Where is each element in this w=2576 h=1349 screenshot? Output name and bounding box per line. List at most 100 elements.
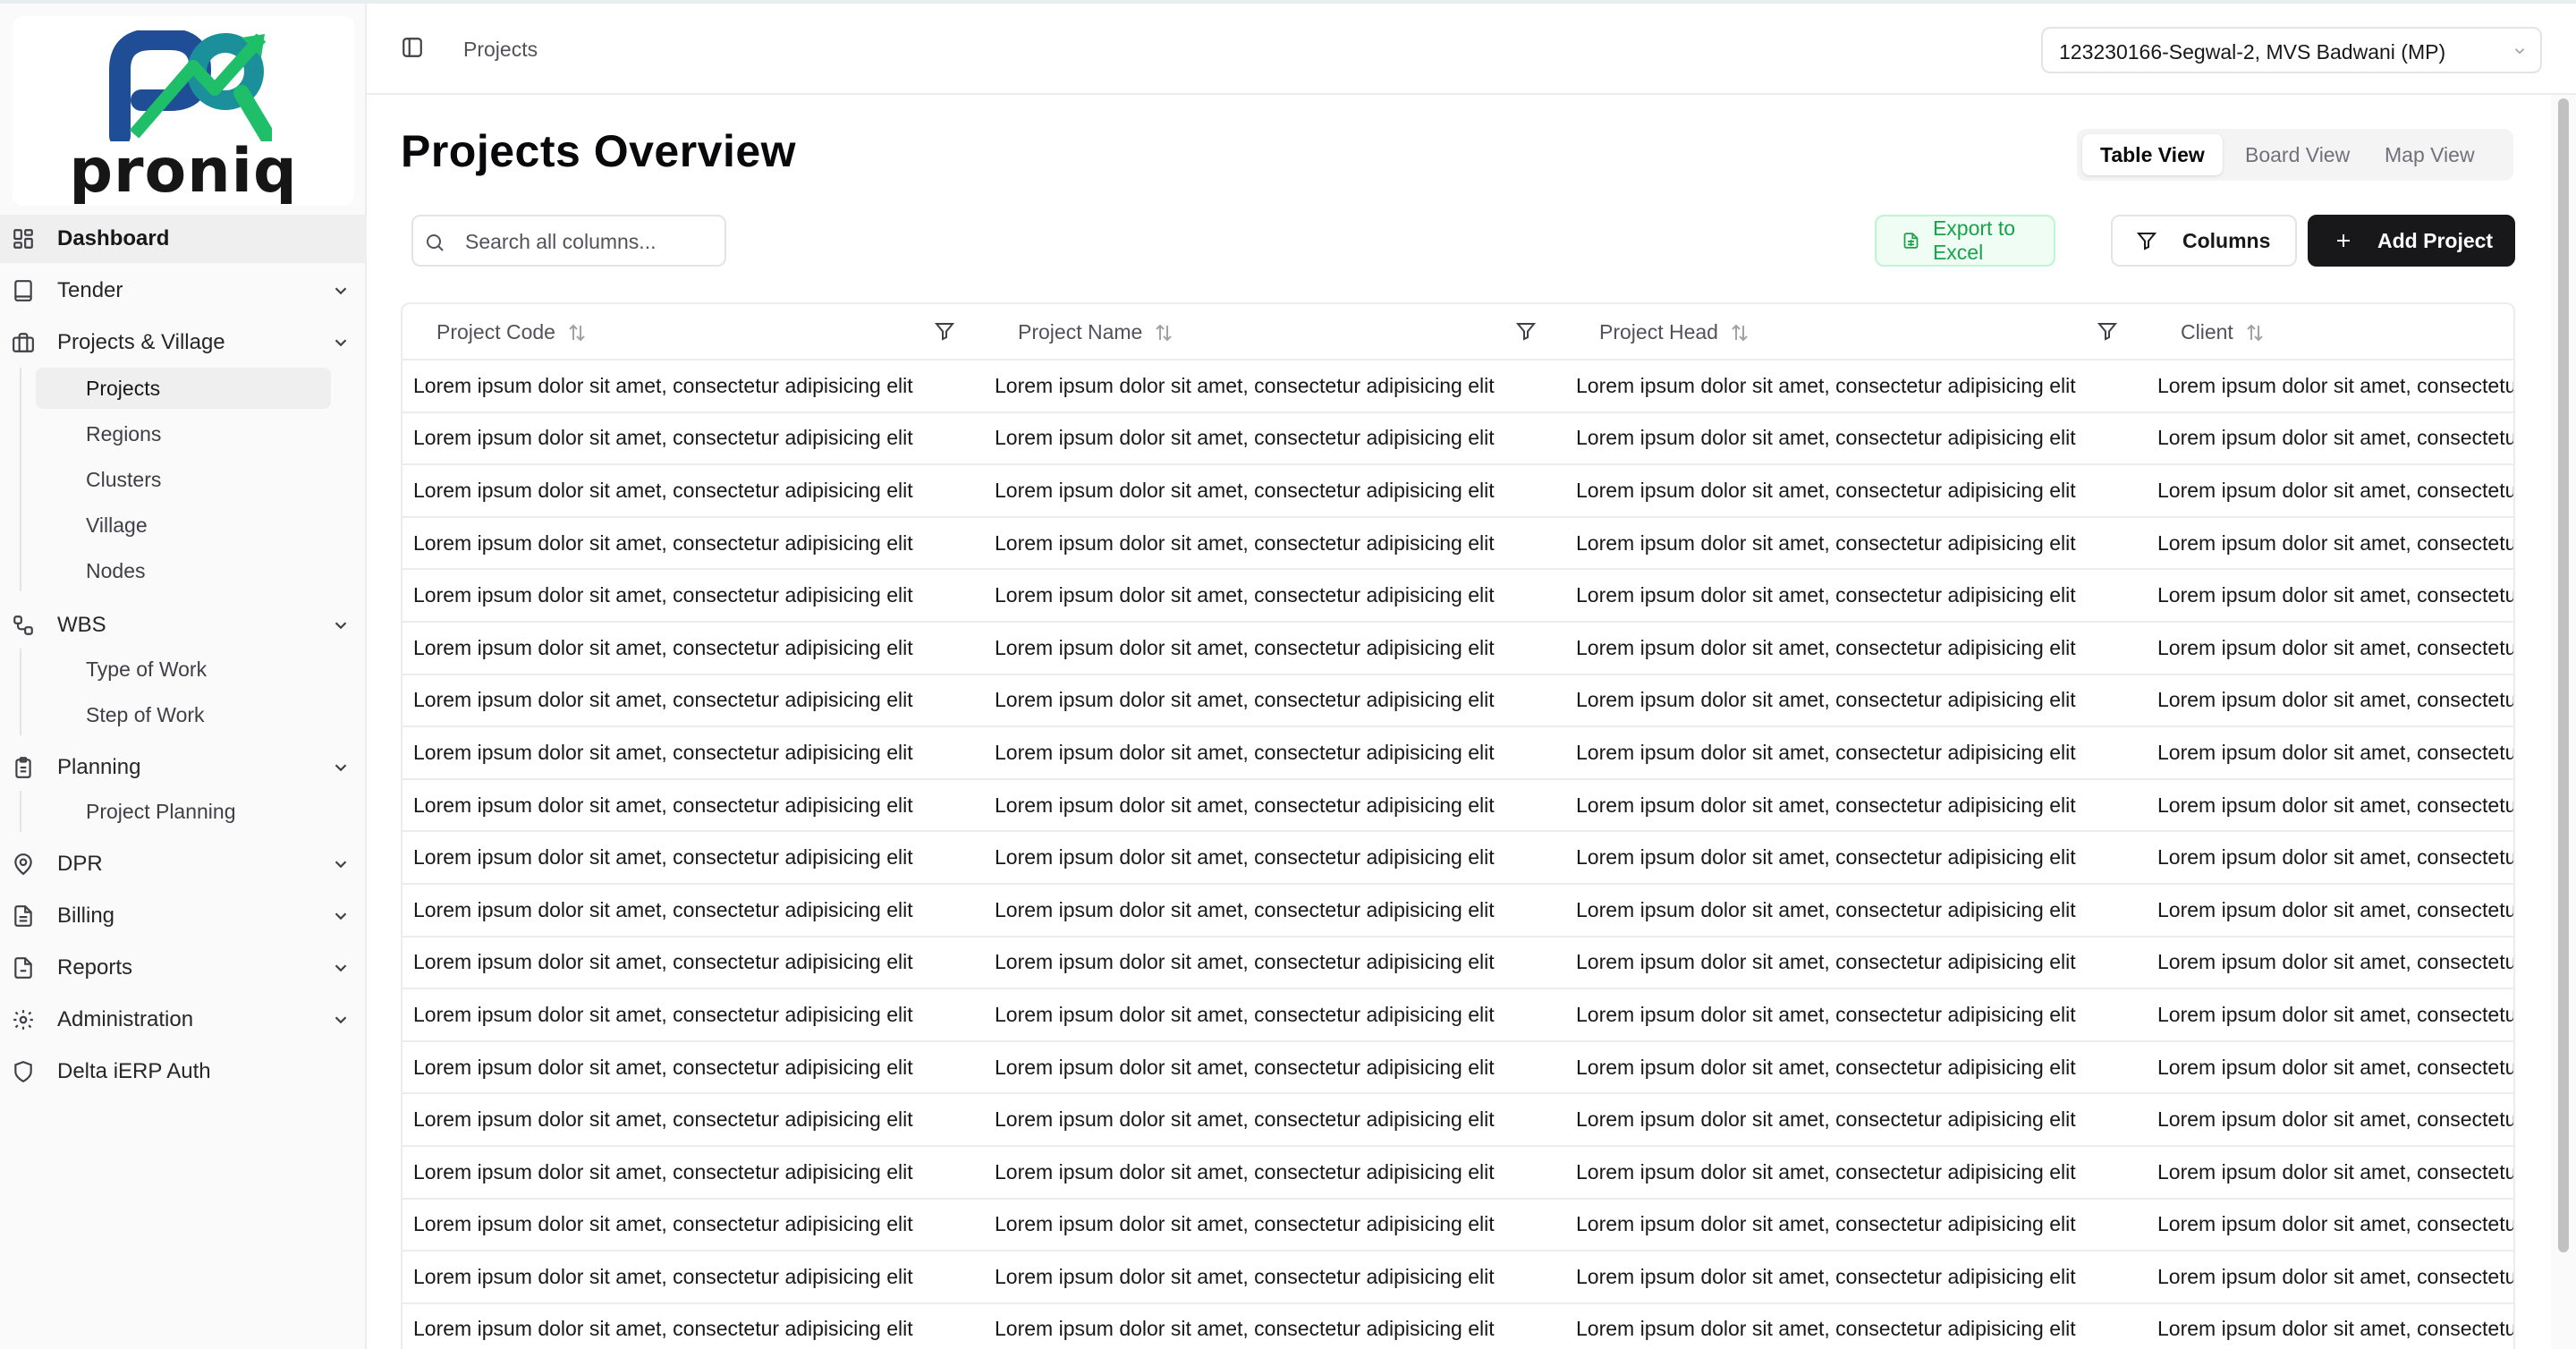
cell-project-head: Lorem ipsum dolor sit amet, consectetur … (1565, 778, 2147, 833)
table-row[interactable]: Lorem ipsum dolor sit amet, consectetur … (402, 464, 2513, 518)
shield-icon (11, 1059, 36, 1084)
sidebar-item-dpr[interactable]: DPR (0, 840, 367, 888)
search-input[interactable] (465, 225, 716, 258)
sidebar-subitem-village[interactable]: Village (36, 505, 331, 546)
project-selector-value: 123230166-Segwal-2, MVS Badwani (MP) (2059, 40, 2446, 64)
cell-client: Lorem ipsum dolor sit amet, consectetur … (2147, 778, 2513, 833)
tab-table-view[interactable]: Table View (2082, 134, 2223, 175)
sidebar-item-planning[interactable]: Planning (0, 743, 367, 792)
sidebar-subitem-nodes[interactable]: Nodes (36, 550, 331, 591)
sidebar-item-wbs[interactable]: WBS (0, 601, 367, 649)
column-header-client[interactable]: Client (2147, 304, 2513, 361)
sidebar-item-dashboard[interactable]: Dashboard (0, 215, 367, 263)
chevron-down-icon[interactable] (331, 906, 351, 926)
report-icon (11, 955, 36, 980)
table-row[interactable]: Lorem ipsum dolor sit amet, consectetur … (402, 1040, 2513, 1095)
cell-project-code: Lorem ipsum dolor sit amet, consectetur … (402, 1198, 984, 1252)
sidebar-item-administration[interactable]: Administration (0, 996, 367, 1044)
filter-icon[interactable] (1515, 320, 1537, 342)
tab-board-view[interactable]: Board View (2227, 134, 2368, 175)
table-row[interactable]: Lorem ipsum dolor sit amet, consectetur … (402, 936, 2513, 990)
chevron-down-icon[interactable] (331, 615, 351, 635)
chevron-down-icon[interactable] (331, 958, 351, 978)
cell-project-name: Lorem ipsum dolor sit amet, consectetur … (984, 569, 1565, 623)
table-row[interactable]: Lorem ipsum dolor sit amet, consectetur … (402, 1251, 2513, 1304)
table-row[interactable]: Lorem ipsum dolor sit amet, consectetur … (402, 674, 2513, 728)
scrollbar-thumb[interactable] (2558, 98, 2569, 1252)
cell-client: Lorem ipsum dolor sit amet, consectetur … (2147, 1251, 2513, 1304)
table-row[interactable]: Lorem ipsum dolor sit amet, consectetur … (402, 621, 2513, 675)
cell-project-code: Lorem ipsum dolor sit amet, consectetur … (402, 831, 984, 885)
table-row[interactable]: Lorem ipsum dolor sit amet, consectetur … (402, 1145, 2513, 1200)
cell-project-name: Lorem ipsum dolor sit amet, consectetur … (984, 988, 1565, 1042)
submenu-rail (20, 791, 21, 832)
project-selector[interactable]: 123230166-Segwal-2, MVS Badwani (MP) (2041, 27, 2542, 73)
chevron-down-icon[interactable] (331, 281, 351, 301)
chevron-down-icon[interactable] (331, 333, 351, 352)
table-row[interactable]: Lorem ipsum dolor sit amet, consectetur … (402, 516, 2513, 571)
sidebar-item-label: Planning (57, 755, 141, 779)
sidebar-subitem-clusters[interactable]: Clusters (36, 459, 331, 500)
page-scrollbar[interactable] (2551, 95, 2576, 1349)
table-header-row: Project Code Project Name Project Head Clie… (402, 304, 2513, 361)
columns-button[interactable]: Columns (2111, 215, 2297, 267)
cell-project-head: Lorem ipsum dolor sit amet, consectetur … (1565, 1145, 2147, 1200)
table-row[interactable]: Lorem ipsum dolor sit amet, consectetur … (402, 1198, 2513, 1252)
tablet-icon (11, 278, 36, 303)
cell-project-code: Lorem ipsum dolor sit amet, consectetur … (402, 674, 984, 728)
sidebar-subitem-project-planning[interactable]: Project Planning (36, 791, 331, 832)
table-row[interactable]: Lorem ipsum dolor sit amet, consectetur … (402, 569, 2513, 623)
filter-icon[interactable] (934, 320, 955, 342)
columns-label: Columns (2182, 228, 2271, 252)
filter-icon[interactable] (2097, 320, 2118, 342)
sidebar-item-reports[interactable]: Reports (0, 944, 367, 992)
breadcrumb[interactable]: Projects (463, 38, 538, 62)
cell-project-code: Lorem ipsum dolor sit amet, consectetur … (402, 936, 984, 990)
chevron-down-icon[interactable] (331, 1010, 351, 1030)
column-header-project-name[interactable]: Project Name (984, 304, 1565, 361)
app-root: proniq Dashboard Tender Projects & Village… (0, 0, 2576, 1349)
sidebar-item-projects-and-village[interactable]: Projects & Village (0, 318, 367, 367)
cell-project-code: Lorem ipsum dolor sit amet, consectetur … (402, 1040, 984, 1095)
table-row[interactable]: Lorem ipsum dolor sit amet, consectetur … (402, 831, 2513, 885)
logo[interactable]: proniq (13, 16, 354, 206)
sidebar-subitem-regions[interactable]: Regions (36, 413, 331, 454)
chevron-down-icon[interactable] (331, 854, 351, 874)
sort-icon[interactable] (2244, 322, 2266, 344)
table-row[interactable]: Lorem ipsum dolor sit amet, consectetur … (402, 726, 2513, 780)
table-row[interactable]: Lorem ipsum dolor sit amet, consectetur … (402, 1302, 2513, 1349)
cell-project-name: Lorem ipsum dolor sit amet, consectetur … (984, 1302, 1565, 1349)
cell-client: Lorem ipsum dolor sit amet, consectetur … (2147, 1040, 2513, 1095)
export-label: Export to Excel (1932, 216, 2015, 264)
cell-project-name: Lorem ipsum dolor sit amet, consectetur … (984, 621, 1565, 675)
table-row[interactable]: Lorem ipsum dolor sit amet, consectetur … (402, 1093, 2513, 1147)
sidebar-subitem-step-of-work[interactable]: Step of Work (36, 694, 331, 735)
sidebar-item-tender[interactable]: Tender (0, 267, 367, 315)
clipboard-icon (11, 755, 36, 780)
table-row[interactable]: Lorem ipsum dolor sit amet, consectetur … (402, 360, 2513, 413)
gear-icon (11, 1007, 36, 1032)
sort-icon[interactable] (1729, 322, 1750, 344)
table-row[interactable]: Lorem ipsum dolor sit amet, consectetur … (402, 883, 2513, 938)
chevron-down-icon[interactable] (331, 758, 351, 777)
view-switcher: Table View Board View Map View (2077, 129, 2513, 181)
column-header-project-head[interactable]: Project Head (1565, 304, 2147, 361)
sidebar-subitem-projects[interactable]: Projects (36, 368, 331, 409)
tab-map-view[interactable]: Map View (2367, 134, 2493, 175)
table-row[interactable]: Lorem ipsum dolor sit amet, consectetur … (402, 411, 2513, 466)
sidebar-item-delta-ierp-auth[interactable]: Delta iERP Auth (0, 1048, 367, 1096)
sidebar-item-billing[interactable]: Billing (0, 892, 367, 940)
cell-project-code: Lorem ipsum dolor sit amet, consectetur … (402, 621, 984, 675)
export-to-excel-button[interactable]: Export to Excel (1875, 215, 2055, 267)
column-header-project-code[interactable]: Project Code (402, 304, 984, 361)
table-row[interactable]: Lorem ipsum dolor sit amet, consectetur … (402, 988, 2513, 1042)
sort-icon[interactable] (1153, 322, 1174, 344)
sidebar-toggle-icon[interactable] (401, 36, 426, 61)
sidebar-subitem-type-of-work[interactable]: Type of Work (36, 649, 331, 690)
cell-project-code: Lorem ipsum dolor sit amet, consectetur … (402, 360, 984, 413)
cell-project-head: Lorem ipsum dolor sit amet, consectetur … (1565, 621, 2147, 675)
add-project-button[interactable]: Add Project (2308, 215, 2515, 267)
sort-icon[interactable] (566, 322, 588, 344)
cell-client: Lorem ipsum dolor sit amet, consectetur … (2147, 360, 2513, 413)
table-row[interactable]: Lorem ipsum dolor sit amet, consectetur … (402, 778, 2513, 833)
